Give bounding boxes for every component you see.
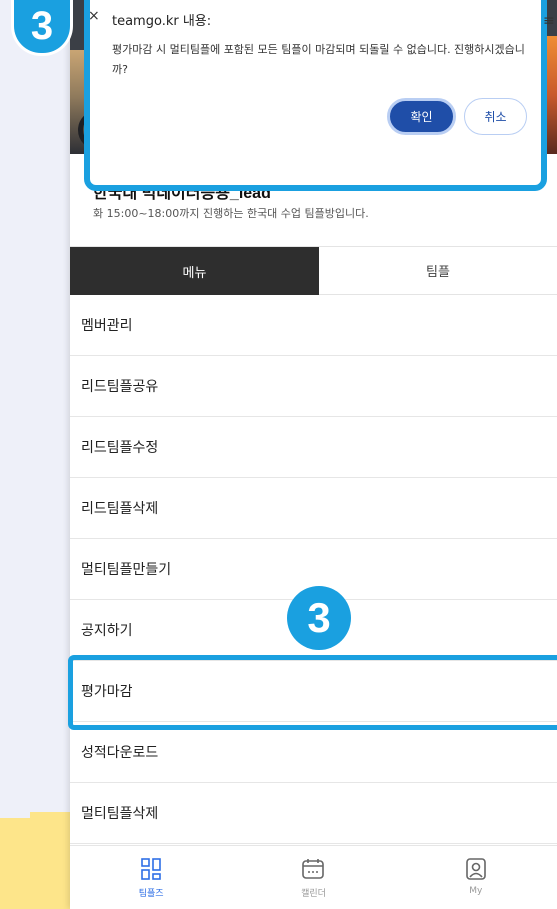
menu-item-close-evaluation[interactable]: 평가마감 [70, 661, 557, 722]
menu-item-member-management[interactable]: 멤버관리 [70, 295, 557, 356]
room-description: 화 15:00~18:00까지 진행하는 한국대 수업 팀플방입니다. [93, 207, 369, 220]
cancel-button[interactable]: 취소 [464, 98, 527, 135]
background-decoration [0, 812, 80, 909]
menu-item-lead-share[interactable]: 리드팀플공유 [70, 356, 557, 417]
confirm-button[interactable]: 확인 [387, 98, 456, 135]
step-badge: 3 [11, 0, 73, 56]
calendar-icon [302, 859, 325, 879]
dialog-title: teamgo.kr 내용: [112, 14, 212, 29]
tab-menu[interactable]: 메뉴 [70, 247, 319, 295]
step-badge: 3 [287, 586, 351, 650]
close-icon[interactable]: × [88, 8, 100, 24]
menu-list: 멤버관리 리드팀플공유 리드팀플수정 리드팀플삭제 멀티팀플만들기 공지하기 평… [70, 295, 557, 844]
menu-item-lead-delete[interactable]: 리드팀플삭제 [70, 478, 557, 539]
grid-icon [141, 858, 161, 880]
tab-bar: 메뉴 팀플 [70, 246, 557, 295]
menu-item-multi-delete[interactable]: 멀티팀플삭제 [70, 783, 557, 844]
menu-item-lead-edit[interactable]: 리드팀플수정 [70, 417, 557, 478]
nav-label: 캘린더 [301, 889, 326, 899]
menu-item-grade-download[interactable]: 성적다운로드 [70, 722, 557, 783]
menu-icon[interactable]: ≡ [543, 13, 555, 29]
nav-label: My [469, 886, 483, 896]
nav-label: 팀플즈 [138, 889, 164, 899]
confirm-dialog: teamgo.kr 내용: 평가마감 시 멀티팀플에 포함된 모든 팀플이 마감… [84, 0, 547, 191]
tab-teample[interactable]: 팀플 [319, 247, 557, 295]
nav-calendar[interactable]: 캘린더 [232, 846, 394, 909]
bottom-navigation: 팀플즈 캘린더 My [70, 845, 557, 909]
nav-teamples[interactable]: 팀플즈 [70, 846, 232, 909]
nav-my[interactable]: My [395, 846, 557, 909]
dialog-message: 평가마감 시 멀티팀플에 포함된 모든 팀플이 마감되며 되돌릴 수 없습니다.… [112, 43, 525, 76]
user-icon [466, 858, 486, 880]
